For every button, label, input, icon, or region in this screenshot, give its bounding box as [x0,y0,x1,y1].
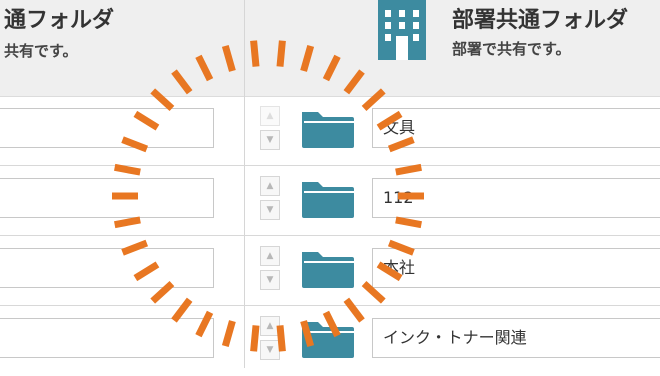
common-folder-input[interactable] [0,108,214,148]
folder-settings-panel: 通フォルダ 共有です。 部署共通フォルダ 部署で共有です。 ▲ ▼ 文具 ▲ ▼… [0,0,660,368]
folder-row: ▲ ▼ インク・トナー関連 [0,306,660,376]
common-folder-input[interactable] [0,248,214,288]
move-up-button[interactable]: ▲ [260,246,280,266]
folder-icon [302,182,354,218]
folder-row: ▲ ▼ 本社 [0,236,660,306]
folder-name-field[interactable]: 本社 [372,248,660,288]
move-down-button[interactable]: ▼ [260,270,280,290]
move-down-button[interactable]: ▼ [260,130,280,150]
common-folder-input[interactable] [0,318,214,358]
common-folder-subtitle: 共有です。 [4,42,78,60]
move-down-button[interactable]: ▼ [260,340,280,360]
move-up-button[interactable]: ▲ [260,316,280,336]
common-folder-title: 通フォルダ [4,8,115,33]
folder-name-field[interactable]: 112 [372,178,660,218]
table-header: 通フォルダ 共有です。 部署共通フォルダ 部署で共有です。 [0,0,660,97]
building-icon [378,0,426,60]
department-folder-title: 部署共通フォルダ [452,8,629,33]
folder-name-field[interactable]: 文具 [372,108,660,148]
move-up-button[interactable]: ▲ [260,106,280,126]
move-up-button[interactable]: ▲ [260,176,280,196]
move-down-button[interactable]: ▼ [260,200,280,220]
department-folder-subtitle: 部署で共有です。 [452,40,571,58]
common-folder-input[interactable] [0,178,214,218]
folder-icon [302,112,354,148]
folder-icon [302,252,354,288]
folder-icon [302,322,354,358]
folder-row: ▲ ▼ 112 [0,166,660,236]
folder-name-field[interactable]: インク・トナー関連 [372,318,660,358]
folder-row: ▲ ▼ 文具 [0,96,660,166]
